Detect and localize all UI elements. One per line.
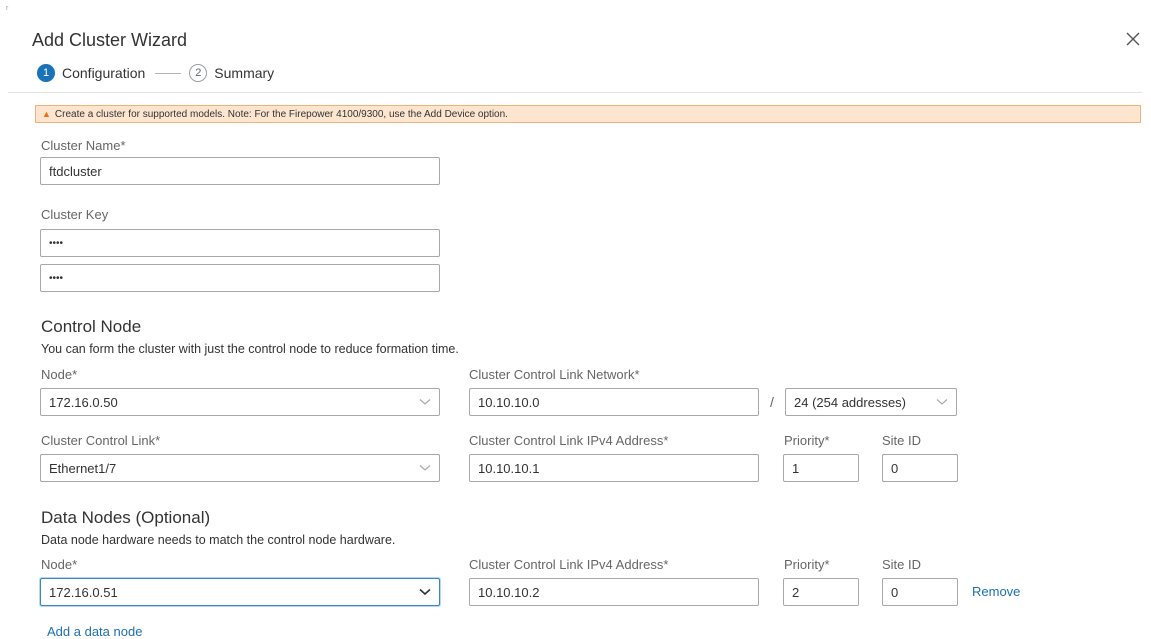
data-node-label: Node*: [41, 557, 78, 572]
step-2-indicator[interactable]: 2: [189, 64, 208, 82]
data-site-id-input[interactable]: 0: [882, 578, 958, 606]
data-node-value: 172.16.0.51: [49, 584, 118, 600]
close-icon[interactable]: [1124, 30, 1142, 48]
data-nodes-description: Data node hardware needs to match the co…: [41, 533, 396, 547]
control-node-label: Node*: [41, 367, 78, 382]
ccl-label: Cluster Control Link*: [41, 433, 161, 448]
priority-value: 1: [792, 460, 800, 476]
alert-text: Create a cluster for supported models. N…: [54, 108, 508, 120]
ccl-ipv4-label: Cluster Control Link IPv4 Address*: [469, 433, 669, 448]
data-priority-value: 2: [792, 584, 800, 600]
data-ccl-ipv4-value: 10.10.10.2: [478, 584, 540, 600]
ccl-interface-select[interactable]: Ethernet1/7: [40, 454, 440, 482]
cluster-name-input[interactable]: ftdcluster: [40, 157, 440, 185]
step-2-label[interactable]: Summary: [214, 65, 274, 81]
warning-alert: ▲ Create a cluster for supported models.…: [35, 105, 1141, 123]
ccl-ipv4-value: 10.10.10.1: [478, 460, 540, 476]
site-id-value: 0: [891, 460, 899, 476]
chevron-down-icon: [419, 465, 431, 471]
chevron-down-icon: [419, 399, 431, 405]
remove-data-node-link[interactable]: Remove: [972, 584, 1020, 599]
site-id-label: Site ID: [882, 433, 922, 448]
warning-triangle-icon: ▲: [42, 109, 51, 119]
cluster-key-confirm-value: ••••: [49, 272, 64, 284]
cluster-key-confirm-input[interactable]: ••••: [40, 264, 440, 292]
step-connector: [155, 72, 182, 74]
network-prefix-slash: /: [770, 394, 774, 410]
chevron-down-icon: [419, 588, 431, 596]
data-ccl-ipv4-input[interactable]: 10.10.10.2: [469, 578, 759, 606]
data-site-id-label: Site ID: [882, 557, 922, 572]
data-priority-input[interactable]: 2: [783, 578, 859, 606]
cluster-key-value: ••••: [49, 237, 64, 249]
cluster-name-value: ftdcluster: [49, 163, 102, 179]
data-priority-label: Priority*: [784, 557, 830, 572]
data-site-id-value: 0: [891, 584, 899, 600]
cluster-key-input[interactable]: ••••: [40, 229, 440, 257]
wizard-title: Add Cluster Wizard: [32, 30, 188, 50]
chevron-down-icon: [936, 399, 948, 405]
wizard-steps: 1 Configuration 2 Summary: [37, 62, 274, 84]
data-ccl-ipv4-label: Cluster Control Link IPv4 Address*: [469, 557, 669, 572]
prefix-length-value: 24 (254 addresses): [794, 394, 907, 410]
ccl-network-input[interactable]: 10.10.10.0: [469, 388, 759, 416]
prefix-length-select[interactable]: 24 (254 addresses): [785, 388, 957, 416]
control-node-select[interactable]: 172.16.0.50: [40, 388, 440, 416]
site-id-input[interactable]: 0: [882, 454, 958, 482]
control-node-description: You can form the cluster with just the c…: [41, 342, 459, 356]
corner-mark: r: [6, 5, 9, 12]
data-nodes-heading: Data Nodes (Optional): [41, 508, 211, 527]
control-node-heading: Control Node: [41, 317, 142, 336]
control-node-value: 172.16.0.50: [49, 394, 118, 410]
priority-input[interactable]: 1: [783, 454, 859, 482]
step-1-label[interactable]: Configuration: [62, 65, 145, 81]
ccl-network-value: 10.10.10.0: [478, 394, 540, 410]
priority-label: Priority*: [784, 433, 830, 448]
cluster-key-label: Cluster Key: [41, 207, 109, 222]
step-1-indicator[interactable]: 1: [37, 64, 55, 82]
cluster-name-label: Cluster Name*: [41, 138, 126, 153]
header-divider: [8, 92, 1142, 93]
ccl-network-label: Cluster Control Link Network*: [469, 367, 640, 382]
ccl-interface-value: Ethernet1/7: [49, 460, 117, 476]
ccl-ipv4-input[interactable]: 10.10.10.1: [469, 454, 759, 482]
data-node-select[interactable]: 172.16.0.51: [40, 578, 440, 606]
